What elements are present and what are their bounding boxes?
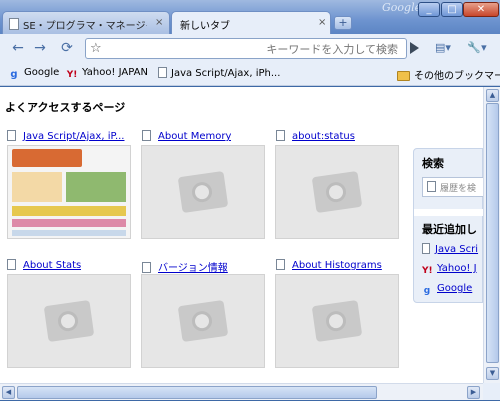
page-icon	[422, 243, 430, 254]
site-block	[12, 230, 126, 236]
link-label: Java Script/Ajax, iP...	[23, 131, 125, 142]
address-input[interactable]	[108, 41, 398, 57]
page-icon	[142, 262, 151, 273]
back-button[interactable]: ←	[8, 38, 28, 58]
google-icon: g	[10, 69, 18, 80]
horizontal-scrollbar[interactable]: ◀ ▶	[0, 383, 483, 400]
thumbnail-javascript[interactable]	[7, 145, 131, 239]
page-icon	[9, 18, 19, 30]
bookmark-label: その他のブックマーク	[414, 71, 500, 82]
toolbar: ← → ⟳ ☆ ▤▾ 🔧▾	[0, 34, 500, 62]
link-label: About Histograms	[292, 260, 382, 271]
link-label: バージョン情報	[158, 263, 228, 274]
link-label: Google	[437, 283, 473, 294]
tab-new-tab[interactable]: 新しいタブ ×	[171, 11, 331, 34]
recent-item-yahoo[interactable]: Y! Yahoo! J	[422, 263, 477, 277]
link-label: About Stats	[23, 260, 82, 271]
link-label: Yahoo! J	[437, 263, 477, 274]
most-visited-link[interactable]: About Stats	[7, 259, 81, 271]
page-icon	[427, 181, 436, 192]
site-block	[12, 172, 62, 202]
sidebar-panel: 検索 履歴を検 最近追加し Java Scri Y! Yahoo! J g Goog…	[413, 148, 492, 303]
vertical-scrollbar[interactable]: ▲ ▼	[483, 87, 500, 383]
most-visited-link[interactable]: Java Script/Ajax, iP...	[7, 130, 131, 142]
most-visited-link[interactable]: バージョン情報	[142, 259, 228, 274]
bookmark-yahoo-japan[interactable]: Y! Yahoo! JAPAN	[66, 67, 148, 81]
new-tab-content: よくアクセスするページ Java Script/Ajax, iP... Abou…	[0, 87, 483, 383]
tab-close-button[interactable]: ×	[155, 17, 163, 28]
bookmark-google[interactable]: g Google	[8, 67, 59, 81]
page-icon	[7, 130, 16, 141]
search-placeholder: 履歴を検	[440, 184, 477, 194]
omnibox[interactable]: ☆	[85, 38, 407, 59]
bookmark-label: Yahoo! JAPAN	[82, 67, 148, 78]
page-icon	[276, 259, 285, 270]
placeholder-image-icon	[311, 299, 363, 343]
site-block	[12, 206, 126, 216]
placeholder-image-icon	[43, 299, 95, 343]
link-label: about:status	[292, 131, 355, 142]
most-visited-link[interactable]: about:status	[276, 130, 355, 142]
divider	[414, 209, 484, 216]
link-label: About Memory	[158, 131, 232, 142]
page-icon	[276, 130, 285, 141]
reload-button[interactable]: ⟳	[57, 38, 77, 58]
horizontal-scroll-thumb[interactable]	[17, 386, 377, 399]
google-icon: g	[423, 286, 431, 296]
tab-title: SE・プログラマ・マネージャーの...	[23, 21, 147, 32]
placeholder-image-icon	[311, 170, 363, 214]
scrollbar-corner	[483, 383, 500, 400]
link-label: Java Scri	[435, 244, 479, 255]
tab-close-button[interactable]: ×	[318, 17, 326, 28]
bookmark-javascript[interactable]: Java Script/Ajax, iPh...	[158, 67, 280, 79]
scroll-down-arrow-icon[interactable]: ▼	[486, 367, 499, 380]
site-block	[66, 172, 126, 202]
brand-label: Google	[382, 1, 422, 14]
yahoo-icon: Y!	[422, 266, 433, 276]
thumbnail-about-stats[interactable]	[7, 274, 131, 368]
site-header-image	[12, 149, 82, 167]
bookmarks-bar: g Google Y! Yahoo! JAPAN Java Script/Ajax,…	[0, 62, 500, 86]
thumbnail-about-status[interactable]	[275, 145, 399, 239]
folder-icon	[397, 71, 410, 81]
placeholder-image-icon	[177, 170, 229, 214]
most-visited-link[interactable]: About Memory	[142, 130, 231, 142]
vertical-scroll-thumb[interactable]	[486, 103, 499, 363]
recent-item-google[interactable]: g Google	[422, 283, 473, 297]
page-icon	[158, 67, 167, 78]
new-tab-button[interactable]: +	[334, 16, 352, 30]
title-bar: Google _ □ ✕ SE・プログラマ・マネージャーの... × 新しいタブ…	[0, 0, 500, 34]
search-title: 検索	[422, 157, 444, 170]
other-bookmarks-folder[interactable]: その他のブックマーク	[397, 67, 500, 82]
page-menu-button[interactable]: ▤▾	[428, 38, 458, 58]
bookmark-star-icon[interactable]: ☆	[90, 41, 102, 56]
bookmark-label: Java Script/Ajax, iPh...	[171, 68, 281, 79]
placeholder-image-icon	[177, 299, 229, 343]
scroll-left-arrow-icon[interactable]: ◀	[2, 386, 15, 399]
thumbnail-about-histograms[interactable]	[275, 274, 399, 368]
maximize-button[interactable]: □	[441, 2, 463, 17]
scroll-up-arrow-icon[interactable]: ▲	[486, 89, 499, 102]
recent-bookmarks-title: 最近追加し	[422, 223, 477, 236]
site-block	[12, 219, 126, 227]
forward-button[interactable]: →	[30, 38, 50, 58]
close-window-button[interactable]: ✕	[463, 2, 499, 17]
most-visited-title: よくアクセスするページ	[5, 101, 126, 114]
thumbnail-about-memory[interactable]	[141, 145, 265, 239]
yahoo-icon: Y!	[66, 70, 78, 80]
page-icon	[142, 130, 151, 141]
page-icon	[7, 259, 16, 270]
minimize-button[interactable]: _	[418, 2, 440, 17]
tab-title: 新しいタブ	[180, 21, 230, 32]
history-search-input[interactable]: 履歴を検	[422, 177, 492, 197]
go-button[interactable]	[410, 42, 419, 54]
tab-se-programmer[interactable]: SE・プログラマ・マネージャーの... ×	[2, 11, 170, 34]
bookmark-label: Google	[24, 67, 60, 78]
thumbnail-version-info[interactable]	[141, 274, 265, 368]
recent-item-javascript[interactable]: Java Scri	[422, 243, 478, 255]
scroll-right-arrow-icon[interactable]: ▶	[467, 386, 480, 399]
wrench-menu-button[interactable]: 🔧▾	[462, 38, 492, 58]
most-visited-link[interactable]: About Histograms	[276, 259, 382, 271]
